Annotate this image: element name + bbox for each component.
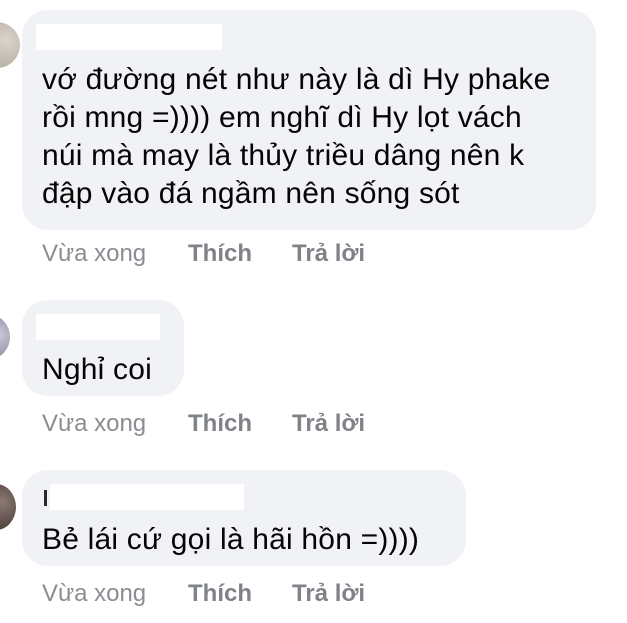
author-name-redacted [50, 484, 244, 510]
like-button[interactable]: Thích [188, 580, 252, 608]
timestamp: Vừa xong [42, 580, 147, 607]
comment-bubble: Bẻ lái cứ gọi là hãi hồn =)))) [22, 470, 466, 566]
user-avatar-icon[interactable] [0, 484, 16, 530]
reply-button[interactable]: Trả lời [292, 580, 365, 608]
name-cursor-mark [44, 490, 47, 506]
comment-item: Bẻ lái cứ gọi là hãi hồn =)))) Vừa xong … [0, 0, 627, 623]
comment-text-line: Bẻ lái cứ gọi là hãi hồn =)))) [42, 523, 420, 556]
